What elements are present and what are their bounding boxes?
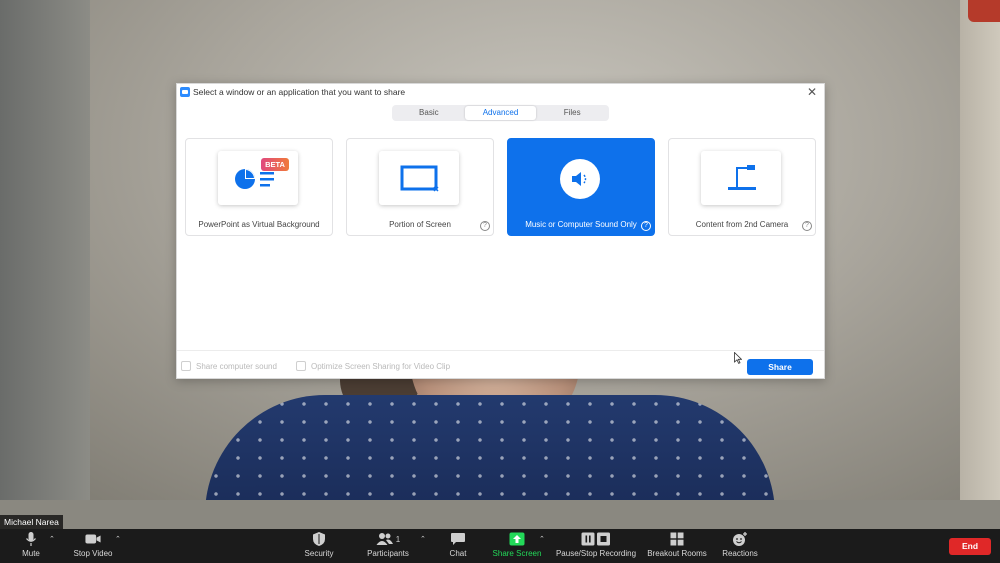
smiley-icon (732, 531, 748, 547)
option-label: Portion of Screen (389, 220, 451, 229)
powerpoint-chart-icon (234, 168, 276, 195)
pause-stop-recording-button[interactable]: Pause/Stop Recording (554, 531, 638, 561)
stop-video-button[interactable]: Stop Video (70, 531, 116, 561)
option-label: Content from 2nd Camera (695, 220, 789, 229)
optimize-video-label: Optimize Screen Sharing for Video Clip (311, 361, 451, 371)
share-screen-arrow-icon (509, 531, 525, 547)
video-options-chevron-icon[interactable]: ⌃ (115, 535, 121, 543)
option-music-sound-only[interactable]: Music or Computer Sound Only ? (507, 138, 655, 236)
participants-icon: 1 (373, 531, 403, 547)
microphone-icon (23, 531, 39, 547)
share-options-chevron-icon[interactable]: ⌃ (539, 535, 545, 543)
option-powerpoint-background[interactable]: BETA PowerPoint as Virtual Background (185, 138, 333, 236)
option-label: PowerPoint as Virtual Background (198, 220, 320, 229)
background-door (960, 0, 1000, 500)
help-icon[interactable]: ? (802, 221, 812, 231)
share-sound-option[interactable]: Share computer sound (181, 360, 277, 372)
reactions-label: Reactions (722, 549, 758, 558)
chat-button[interactable]: Chat (446, 531, 470, 561)
option-second-camera[interactable]: Content from 2nd Camera ? (668, 138, 816, 236)
share-dialog: Select a window or an application that y… (176, 83, 825, 379)
participants-label: Participants (367, 549, 409, 558)
video-camera-icon (85, 531, 101, 547)
participants-options-chevron-icon[interactable]: ⌃ (420, 535, 426, 543)
optimize-video-checkbox[interactable] (296, 361, 306, 371)
stop-video-label: Stop Video (73, 549, 113, 558)
speaker-icon (570, 170, 590, 193)
background-object (968, 0, 1000, 22)
chat-bubble-icon (450, 531, 466, 547)
sound-circle (560, 159, 600, 199)
optimize-video-option[interactable]: Optimize Screen Sharing for Video Clip (296, 360, 450, 372)
dialog-titlebar: Select a window or an application that y… (177, 84, 824, 100)
share-screen-button[interactable]: Share Screen (491, 531, 543, 561)
share-sound-checkbox[interactable] (181, 361, 191, 371)
share-button[interactable]: Share (747, 359, 813, 375)
share-tabs: Basic Advanced Files (392, 105, 609, 121)
close-icon[interactable]: ✕ (806, 86, 818, 98)
chat-label: Chat (449, 549, 467, 558)
end-meeting-button[interactable]: End (949, 538, 991, 555)
participants-count: 1 (395, 534, 401, 544)
dialog-title: Select a window or an application that y… (193, 87, 406, 97)
mute-button[interactable]: Mute (18, 531, 44, 561)
share-sound-label: Share computer sound (196, 361, 277, 371)
zoom-app-icon (180, 87, 190, 97)
help-icon[interactable]: ? (480, 221, 490, 231)
option-thumbnail: BETA (218, 151, 298, 205)
option-thumbnail (379, 151, 459, 205)
mouse-cursor-icon (734, 351, 743, 364)
mute-label: Mute (22, 549, 40, 558)
help-icon[interactable]: ? (641, 221, 651, 231)
recording-label: Pause/Stop Recording (555, 549, 637, 558)
option-portion-of-screen[interactable]: Portion of Screen ? (346, 138, 494, 236)
breakout-rooms-label: Breakout Rooms (647, 549, 707, 558)
option-label: Music or Computer Sound Only (525, 220, 637, 229)
participants-button[interactable]: 1 Participants (364, 531, 412, 561)
background-wall (0, 0, 90, 500)
share-screen-label: Share Screen (492, 549, 542, 558)
option-thumbnail (701, 151, 781, 205)
security-label: Security (304, 549, 334, 558)
screen-portion-icon (400, 165, 440, 198)
reactions-button[interactable]: Reactions (721, 531, 759, 561)
tab-advanced[interactable]: Advanced (464, 106, 537, 120)
security-button[interactable]: Security (302, 531, 336, 561)
meeting-toolbar: Mute ⌃ Stop Video ⌃ Security 1 Participa… (0, 529, 1000, 563)
participant-name-tag: Michael Narea (0, 515, 63, 529)
dialog-footer: Share computer sound Optimize Screen Sha… (177, 350, 824, 380)
beta-badge: BETA (261, 158, 289, 171)
breakout-rooms-icon (669, 531, 685, 547)
camera-stand-icon (725, 163, 759, 198)
tab-basic[interactable]: Basic (393, 106, 465, 120)
recording-controls-icon (580, 531, 612, 547)
person-shirt (205, 395, 775, 500)
tab-files[interactable]: Files (536, 106, 608, 120)
audio-options-chevron-icon[interactable]: ⌃ (49, 535, 55, 543)
shield-icon (311, 531, 327, 547)
breakout-rooms-button[interactable]: Breakout Rooms (646, 531, 708, 561)
